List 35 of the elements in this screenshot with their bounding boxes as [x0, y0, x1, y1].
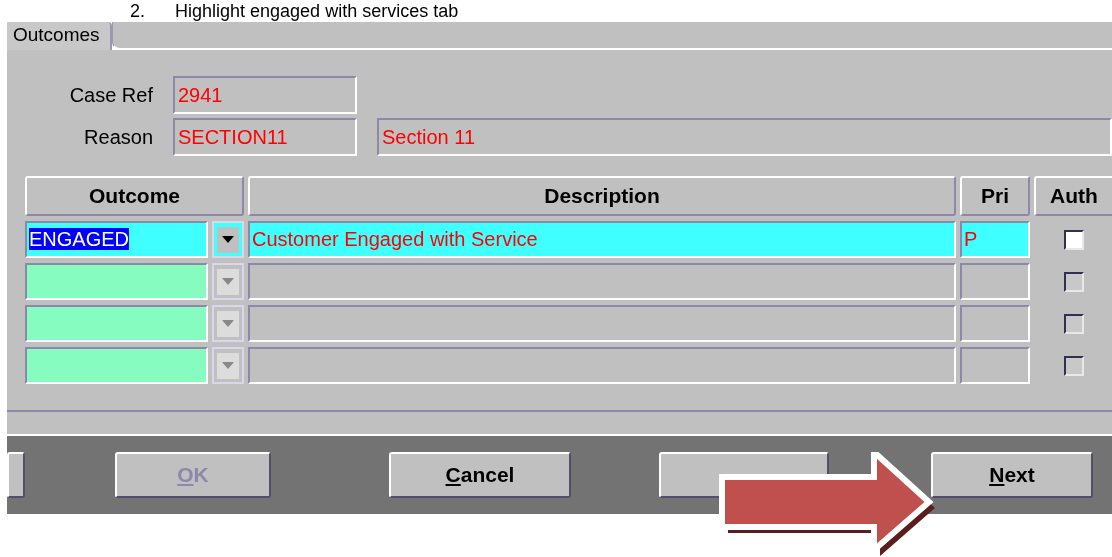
description-field[interactable]: [248, 347, 956, 384]
column-header: Description: [248, 176, 956, 216]
document-heading: 2. Highlight engaged with services tab: [129, 0, 460, 22]
field-label: Reason: [83, 125, 153, 149]
description-field[interactable]: Customer Engaged with Service: [248, 221, 956, 258]
caret-icon: [222, 236, 234, 243]
priority-field[interactable]: [960, 305, 1030, 342]
text-field[interactable]: SECTION11: [173, 118, 357, 156]
tab[interactable]: Outcomes: [7, 22, 112, 50]
column-header: Pri: [960, 176, 1030, 216]
priority-field[interactable]: P: [960, 221, 1030, 258]
button[interactable]: [7, 452, 25, 498]
caret-icon: [222, 362, 234, 369]
priority-field[interactable]: [960, 347, 1030, 384]
outcome-field[interactable]: [25, 263, 208, 300]
field-label: Case Ref: [68, 83, 153, 107]
text-field[interactable]: 2941: [173, 76, 357, 114]
auth-checkbox[interactable]: [1064, 229, 1084, 250]
caret-icon: [222, 320, 234, 327]
outcome-field[interactable]: [25, 305, 208, 342]
auth-checkbox[interactable]: [1064, 355, 1084, 376]
auth-checkbox[interactable]: [1064, 313, 1084, 334]
form-button[interactable]: Cancel: [389, 452, 571, 498]
dropdown-button[interactable]: [217, 226, 239, 253]
outcome-field[interactable]: [25, 347, 208, 384]
description-field[interactable]: [248, 305, 956, 342]
caret-icon: [222, 278, 234, 285]
priority-field[interactable]: [960, 263, 1030, 300]
text-field[interactable]: Section 11: [377, 118, 1112, 156]
outcome-field[interactable]: ENGAGED: [25, 221, 208, 258]
description-field[interactable]: [248, 263, 956, 300]
form-button[interactable]: Next: [931, 452, 1093, 498]
column-header: Outcome: [25, 176, 244, 216]
column-header: Auth: [1034, 176, 1112, 216]
auth-checkbox[interactable]: [1064, 271, 1084, 292]
